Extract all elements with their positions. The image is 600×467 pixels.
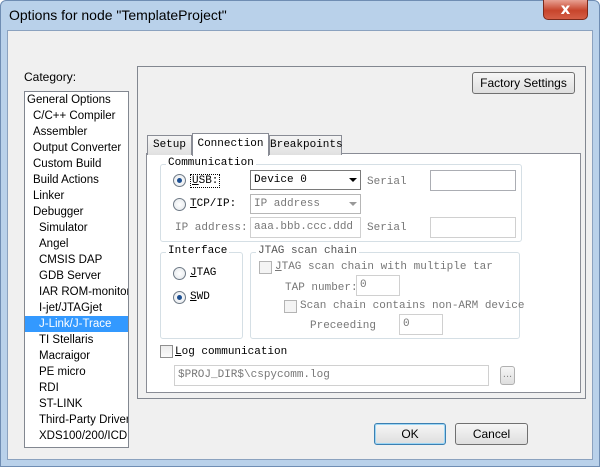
close-icon: x [560,0,571,18]
log-communication-checkbox[interactable] [160,345,173,358]
category-item-output-converter[interactable]: Output Converter [25,140,128,156]
category-item-c-compiler[interactable]: C/C++ Compiler [25,108,128,124]
ip-address-label: IP address: [175,222,248,234]
tab-setup[interactable]: Setup [147,135,192,155]
interface-title: Interface [166,245,230,257]
ip-address-input[interactable]: aaa.bbb.ccc.ddd [250,217,361,238]
category-item-iar-rom-monitor[interactable]: IAR ROM-monitor [25,284,128,300]
jtag-scan-chain-title: JTAG scan chain [256,245,360,257]
category-item-gdb-server[interactable]: GDB Server [25,268,128,284]
category-item-j-link-j-trace[interactable]: J-Link/J-Trace [25,316,128,332]
category-item-custom-build[interactable]: Custom Build [25,156,128,172]
jtag-multiple-tap-label: JTAG scan chain with multiple tar [275,261,493,273]
category-item-pe-micro[interactable]: PE micro [25,364,128,380]
tcpip-radio[interactable] [173,198,186,211]
category-item-third-party-driver[interactable]: Third-Party Driver [25,412,128,428]
category-item-build-actions[interactable]: Build Actions [25,172,128,188]
jtag-label: JTAG [190,267,217,279]
preceeding-label: Preceeding [310,320,377,332]
log-browse-button[interactable]: ... [500,366,515,385]
cancel-button[interactable]: Cancel [455,423,528,445]
category-item-st-link[interactable]: ST-LINK [25,396,128,412]
ok-button[interactable]: OK [374,423,446,445]
category-item-xds100-200-icdi[interactable]: XDS100/200/ICDI [25,428,128,444]
serial-input[interactable] [430,170,516,191]
swd-radio[interactable] [173,291,186,304]
active-tab-join [193,153,268,155]
usb-radio[interactable] [173,174,186,187]
jtag-radio[interactable] [173,267,186,280]
tcpip-mode-value: IP address [254,198,321,210]
category-label: Category: [24,70,77,84]
chevron-down-icon [349,202,357,206]
tcpip-mode-select[interactable]: IP address [250,194,361,214]
log-communication-label: Log communication [175,346,288,358]
window-title: Options for node "TemplateProject" [9,7,227,23]
category-item-angel[interactable]: Angel [25,236,128,252]
category-list[interactable]: General Options C/C++ Compiler Assembler… [24,91,129,448]
close-button[interactable]: x [543,0,588,20]
tap-number-input[interactable]: 0 [356,275,400,296]
communication-title: Communication [166,157,256,169]
category-item-simulator[interactable]: Simulator [25,220,128,236]
category-item-assembler[interactable]: Assembler [25,124,128,140]
chevron-down-icon [349,178,357,182]
tab-breakpoints[interactable]: Breakpoints [269,135,343,155]
category-item-linker[interactable]: Linker [25,188,128,204]
category-item-rdi[interactable]: RDI [25,380,128,396]
usb-device-value: Device 0 [254,174,307,186]
category-item-general-options[interactable]: General Options [25,92,128,108]
non-arm-device-label: Scan chain contains non-ARM device [300,300,525,312]
jtag-multiple-tap-checkbox[interactable] [259,261,272,274]
preceeding-input[interactable]: 0 [399,314,443,335]
swd-label: SWD [190,291,210,303]
factory-settings-button[interactable]: Factory Settings [472,72,575,94]
non-arm-device-checkbox[interactable] [284,300,297,313]
serial-input-2[interactable] [430,217,516,238]
tcpip-label: TCP/IP: [190,198,237,210]
title-bar: Options for node "TemplateProject" x [0,0,600,30]
serial-label: Serial [367,176,407,188]
usb-device-select[interactable]: Device 0 [250,170,361,190]
usb-label: USB: [190,174,221,188]
category-item-i-jet-jtagjet[interactable]: I-jet/JTAGjet [25,300,128,316]
category-item-macraigor[interactable]: Macraigor [25,348,128,364]
category-item-debugger[interactable]: Debugger [25,204,128,220]
category-item-ti-stellaris[interactable]: TI Stellaris [25,332,128,348]
tap-number-label: TAP number: [285,282,358,294]
category-item-cmsis-dap[interactable]: CMSIS DAP [25,252,128,268]
serial-label-2: Serial [367,222,407,234]
log-file-input[interactable]: $PROJ_DIR$\cspycomm.log [174,365,489,386]
